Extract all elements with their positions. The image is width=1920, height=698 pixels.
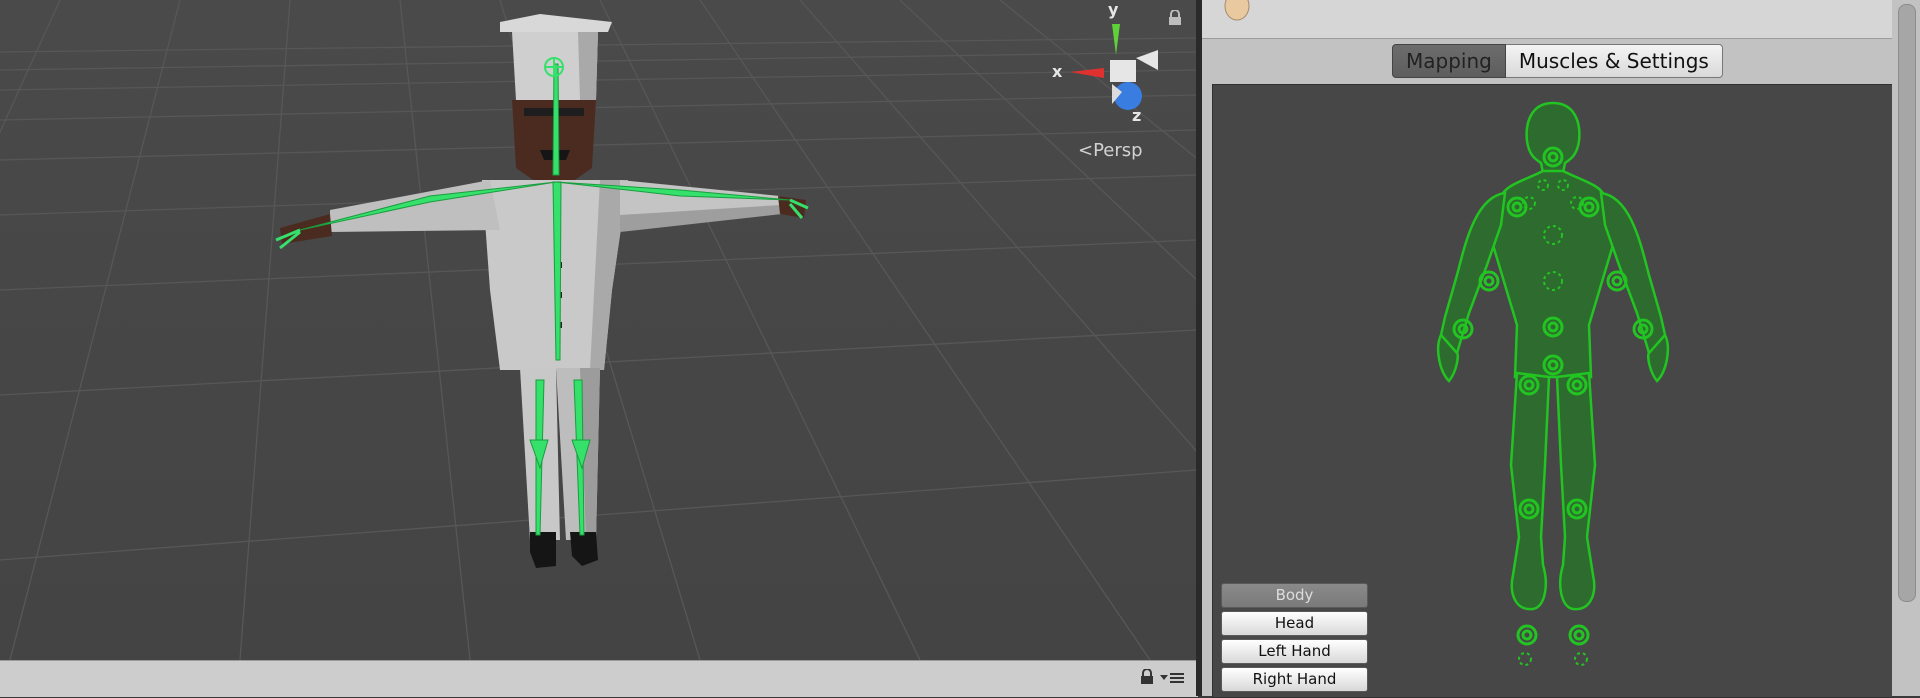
projection-label: Persp — [1093, 140, 1143, 161]
scene-view[interactable]: y x z <Persp — [0, 0, 1196, 660]
x-axis-label: x — [1052, 62, 1063, 81]
tab-muscles-settings[interactable]: Muscles & Settings — [1505, 44, 1723, 78]
inspector-tabs: Mapping Muscles & Settings — [1392, 44, 1723, 78]
y-axis-label: y — [1108, 0, 1119, 19]
lock-icon[interactable] — [1140, 668, 1154, 689]
right-hand-button[interactable]: Right Hand — [1221, 667, 1368, 692]
inspector-header — [1202, 0, 1892, 39]
tab-mapping[interactable]: Mapping — [1392, 44, 1506, 78]
avatar-mapping-panel: Body Head Left Hand Right Hand — [1212, 84, 1894, 698]
scene-status-bar — [0, 660, 1198, 697]
body-part-selector: Body Head Left Hand Right Hand — [1221, 583, 1369, 695]
avatar-inspector: Mapping Muscles & Settings Body Head Lef… — [1202, 0, 1894, 698]
persp-chevron-icon: < — [1078, 140, 1094, 161]
projection-toggle[interactable]: <Persp — [1078, 140, 1143, 161]
left-hand-button[interactable]: Left Hand — [1221, 639, 1368, 664]
scrollbar-thumb[interactable] — [1898, 4, 1916, 602]
z-axis-label: z — [1132, 106, 1142, 125]
character-model[interactable] — [0, 0, 1196, 660]
scene-gizmo-icon[interactable]: y x z — [1040, 0, 1180, 130]
menu-icon[interactable] — [1160, 670, 1184, 689]
lock-icon[interactable] — [1168, 9, 1182, 30]
avatar-head-icon — [1224, 0, 1250, 21]
head-button[interactable]: Head — [1221, 611, 1368, 636]
body-button[interactable]: Body — [1221, 583, 1368, 608]
